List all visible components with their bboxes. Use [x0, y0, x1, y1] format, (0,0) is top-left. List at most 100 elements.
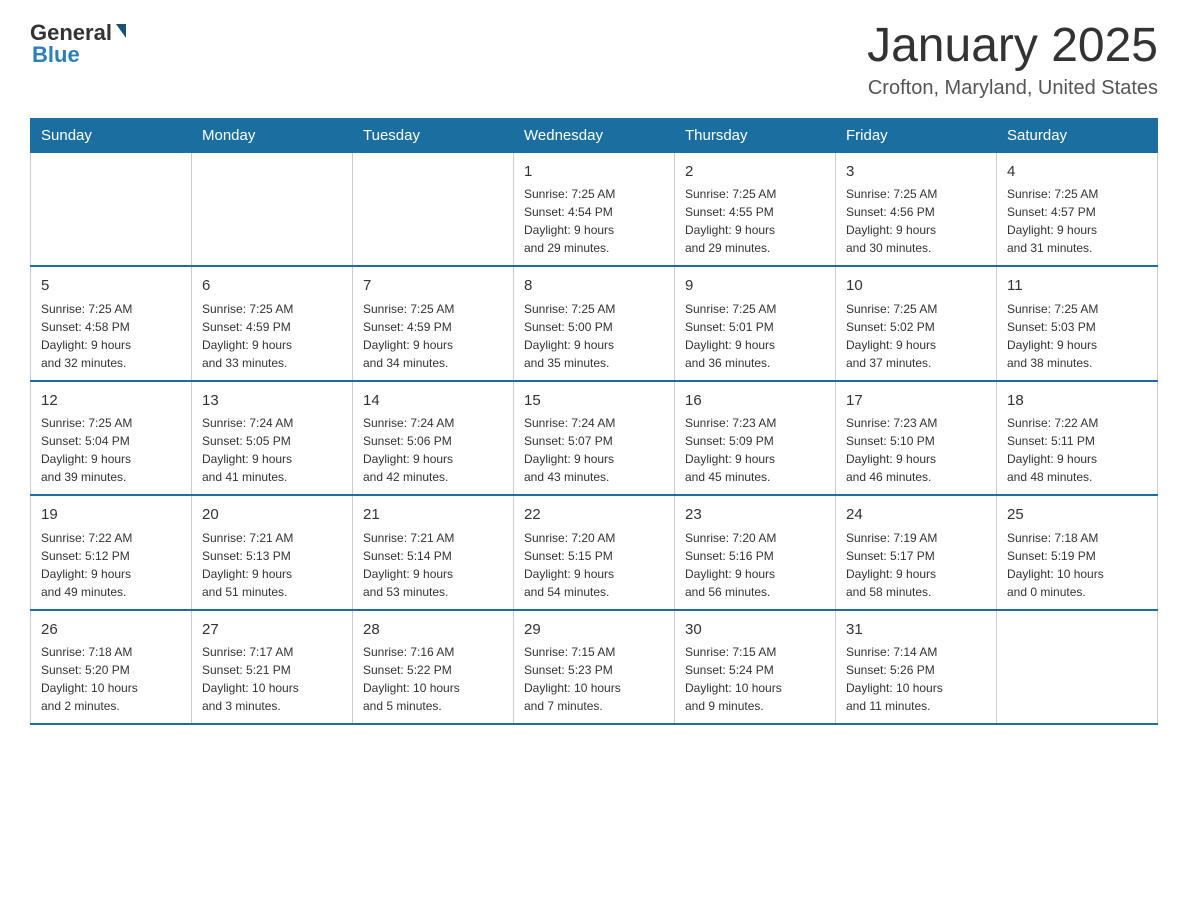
calendar-cell: 26Sunrise: 7:18 AM Sunset: 5:20 PM Dayli… — [31, 610, 192, 725]
day-number: 23 — [685, 504, 825, 527]
header-day-monday: Monday — [192, 118, 353, 152]
day-number: 2 — [685, 161, 825, 184]
day-number: 16 — [685, 390, 825, 413]
day-info: Sunrise: 7:16 AM Sunset: 5:22 PM Dayligh… — [363, 643, 503, 715]
logo-blue: Blue — [30, 42, 80, 68]
calendar-cell: 5Sunrise: 7:25 AM Sunset: 4:58 PM Daylig… — [31, 266, 192, 381]
calendar-cell: 30Sunrise: 7:15 AM Sunset: 5:24 PM Dayli… — [675, 610, 836, 725]
day-number: 11 — [1007, 275, 1147, 298]
day-info: Sunrise: 7:24 AM Sunset: 5:05 PM Dayligh… — [202, 414, 342, 486]
calendar-cell: 17Sunrise: 7:23 AM Sunset: 5:10 PM Dayli… — [836, 381, 997, 496]
day-info: Sunrise: 7:25 AM Sunset: 4:59 PM Dayligh… — [363, 300, 503, 372]
calendar-cell: 20Sunrise: 7:21 AM Sunset: 5:13 PM Dayli… — [192, 495, 353, 610]
day-info: Sunrise: 7:15 AM Sunset: 5:23 PM Dayligh… — [524, 643, 664, 715]
week-row-2: 12Sunrise: 7:25 AM Sunset: 5:04 PM Dayli… — [31, 381, 1158, 496]
day-info: Sunrise: 7:24 AM Sunset: 5:07 PM Dayligh… — [524, 414, 664, 486]
day-info: Sunrise: 7:18 AM Sunset: 5:20 PM Dayligh… — [41, 643, 181, 715]
calendar-cell: 28Sunrise: 7:16 AM Sunset: 5:22 PM Dayli… — [353, 610, 514, 725]
header-day-friday: Friday — [836, 118, 997, 152]
calendar-cell: 12Sunrise: 7:25 AM Sunset: 5:04 PM Dayli… — [31, 381, 192, 496]
day-info: Sunrise: 7:20 AM Sunset: 5:15 PM Dayligh… — [524, 529, 664, 601]
day-info: Sunrise: 7:25 AM Sunset: 4:58 PM Dayligh… — [41, 300, 181, 372]
day-info: Sunrise: 7:15 AM Sunset: 5:24 PM Dayligh… — [685, 643, 825, 715]
day-info: Sunrise: 7:25 AM Sunset: 4:57 PM Dayligh… — [1007, 185, 1147, 257]
header-row: SundayMondayTuesdayWednesdayThursdayFrid… — [31, 118, 1158, 152]
calendar-cell: 1Sunrise: 7:25 AM Sunset: 4:54 PM Daylig… — [514, 152, 675, 266]
day-info: Sunrise: 7:25 AM Sunset: 5:02 PM Dayligh… — [846, 300, 986, 372]
logo-arrow-icon — [116, 24, 126, 38]
day-info: Sunrise: 7:19 AM Sunset: 5:17 PM Dayligh… — [846, 529, 986, 601]
calendar-cell — [997, 610, 1158, 725]
day-number: 3 — [846, 161, 986, 184]
day-info: Sunrise: 7:23 AM Sunset: 5:09 PM Dayligh… — [685, 414, 825, 486]
day-number: 31 — [846, 619, 986, 642]
day-info: Sunrise: 7:21 AM Sunset: 5:14 PM Dayligh… — [363, 529, 503, 601]
week-row-3: 19Sunrise: 7:22 AM Sunset: 5:12 PM Dayli… — [31, 495, 1158, 610]
day-number: 21 — [363, 504, 503, 527]
day-number: 24 — [846, 504, 986, 527]
calendar-body: 1Sunrise: 7:25 AM Sunset: 4:54 PM Daylig… — [31, 152, 1158, 724]
header-day-thursday: Thursday — [675, 118, 836, 152]
day-info: Sunrise: 7:23 AM Sunset: 5:10 PM Dayligh… — [846, 414, 986, 486]
day-number: 29 — [524, 619, 664, 642]
page-header: General Blue January 2025 Crofton, Maryl… — [30, 20, 1158, 100]
calendar-header: SundayMondayTuesdayWednesdayThursdayFrid… — [31, 118, 1158, 152]
calendar-cell: 4Sunrise: 7:25 AM Sunset: 4:57 PM Daylig… — [997, 152, 1158, 266]
day-info: Sunrise: 7:25 AM Sunset: 4:54 PM Dayligh… — [524, 185, 664, 257]
day-number: 14 — [363, 390, 503, 413]
day-info: Sunrise: 7:21 AM Sunset: 5:13 PM Dayligh… — [202, 529, 342, 601]
calendar-cell: 31Sunrise: 7:14 AM Sunset: 5:26 PM Dayli… — [836, 610, 997, 725]
calendar-cell: 9Sunrise: 7:25 AM Sunset: 5:01 PM Daylig… — [675, 266, 836, 381]
week-row-4: 26Sunrise: 7:18 AM Sunset: 5:20 PM Dayli… — [31, 610, 1158, 725]
day-info: Sunrise: 7:25 AM Sunset: 4:55 PM Dayligh… — [685, 185, 825, 257]
day-number: 26 — [41, 619, 181, 642]
day-info: Sunrise: 7:17 AM Sunset: 5:21 PM Dayligh… — [202, 643, 342, 715]
day-info: Sunrise: 7:25 AM Sunset: 4:56 PM Dayligh… — [846, 185, 986, 257]
calendar-cell: 14Sunrise: 7:24 AM Sunset: 5:06 PM Dayli… — [353, 381, 514, 496]
day-info: Sunrise: 7:22 AM Sunset: 5:11 PM Dayligh… — [1007, 414, 1147, 486]
day-number: 30 — [685, 619, 825, 642]
day-number: 19 — [41, 504, 181, 527]
calendar-cell: 19Sunrise: 7:22 AM Sunset: 5:12 PM Dayli… — [31, 495, 192, 610]
day-number: 22 — [524, 504, 664, 527]
day-info: Sunrise: 7:14 AM Sunset: 5:26 PM Dayligh… — [846, 643, 986, 715]
calendar-cell: 22Sunrise: 7:20 AM Sunset: 5:15 PM Dayli… — [514, 495, 675, 610]
day-number: 6 — [202, 275, 342, 298]
day-number: 8 — [524, 275, 664, 298]
day-number: 1 — [524, 161, 664, 184]
day-number: 4 — [1007, 161, 1147, 184]
header-day-saturday: Saturday — [997, 118, 1158, 152]
calendar-cell: 2Sunrise: 7:25 AM Sunset: 4:55 PM Daylig… — [675, 152, 836, 266]
day-number: 12 — [41, 390, 181, 413]
day-number: 10 — [846, 275, 986, 298]
day-info: Sunrise: 7:18 AM Sunset: 5:19 PM Dayligh… — [1007, 529, 1147, 601]
calendar-cell: 11Sunrise: 7:25 AM Sunset: 5:03 PM Dayli… — [997, 266, 1158, 381]
logo: General Blue — [30, 20, 126, 68]
day-info: Sunrise: 7:25 AM Sunset: 5:01 PM Dayligh… — [685, 300, 825, 372]
calendar-cell — [31, 152, 192, 266]
calendar-cell: 13Sunrise: 7:24 AM Sunset: 5:05 PM Dayli… — [192, 381, 353, 496]
calendar-cell — [353, 152, 514, 266]
day-number: 7 — [363, 275, 503, 298]
week-row-1: 5Sunrise: 7:25 AM Sunset: 4:58 PM Daylig… — [31, 266, 1158, 381]
header-day-tuesday: Tuesday — [353, 118, 514, 152]
location: Crofton, Maryland, United States — [867, 77, 1158, 100]
title-section: January 2025 Crofton, Maryland, United S… — [867, 20, 1158, 100]
calendar-cell: 24Sunrise: 7:19 AM Sunset: 5:17 PM Dayli… — [836, 495, 997, 610]
day-number: 18 — [1007, 390, 1147, 413]
calendar-table: SundayMondayTuesdayWednesdayThursdayFrid… — [30, 118, 1158, 726]
calendar-cell: 18Sunrise: 7:22 AM Sunset: 5:11 PM Dayli… — [997, 381, 1158, 496]
calendar-cell: 8Sunrise: 7:25 AM Sunset: 5:00 PM Daylig… — [514, 266, 675, 381]
day-number: 17 — [846, 390, 986, 413]
calendar-cell: 16Sunrise: 7:23 AM Sunset: 5:09 PM Dayli… — [675, 381, 836, 496]
day-number: 13 — [202, 390, 342, 413]
calendar-cell: 15Sunrise: 7:24 AM Sunset: 5:07 PM Dayli… — [514, 381, 675, 496]
day-info: Sunrise: 7:25 AM Sunset: 5:03 PM Dayligh… — [1007, 300, 1147, 372]
calendar-cell: 6Sunrise: 7:25 AM Sunset: 4:59 PM Daylig… — [192, 266, 353, 381]
day-number: 28 — [363, 619, 503, 642]
day-number: 15 — [524, 390, 664, 413]
day-info: Sunrise: 7:20 AM Sunset: 5:16 PM Dayligh… — [685, 529, 825, 601]
calendar-cell: 10Sunrise: 7:25 AM Sunset: 5:02 PM Dayli… — [836, 266, 997, 381]
calendar-cell: 27Sunrise: 7:17 AM Sunset: 5:21 PM Dayli… — [192, 610, 353, 725]
calendar-cell — [192, 152, 353, 266]
